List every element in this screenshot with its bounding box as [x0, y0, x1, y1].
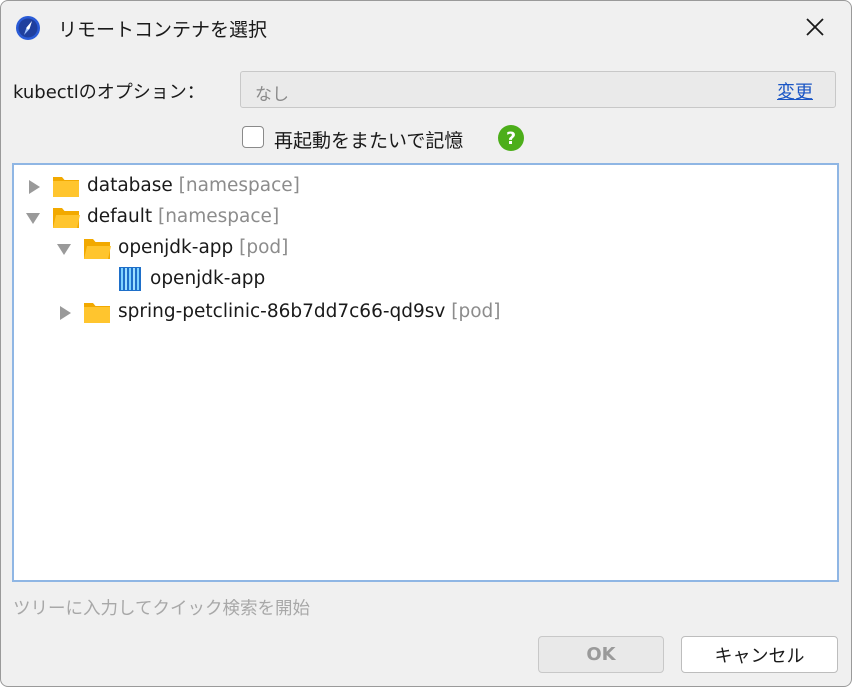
- tree-node-name: openjdk-app: [118, 237, 234, 258]
- quick-search-hint: ツリーに入力してクイック検索を開始: [13, 599, 310, 619]
- tree-node-type: [pod]: [239, 237, 289, 258]
- kubectl-options-label: kubectlのオプション：: [13, 82, 205, 103]
- collapse-arrow-icon[interactable]: [25, 210, 41, 226]
- folder-icon: [53, 177, 79, 197]
- ok-button[interactable]: OK: [538, 636, 664, 673]
- tree-node-name: spring-petclinic-86b7dd7c66-qd9sv: [118, 301, 446, 322]
- close-icon: [806, 18, 824, 36]
- svg-text:?: ?: [506, 129, 516, 149]
- tree-node-type: [pod]: [451, 301, 501, 322]
- expand-arrow-icon[interactable]: [26, 179, 42, 195]
- tree-node-type: [namespace]: [157, 206, 280, 227]
- tree-node-name: default: [87, 206, 153, 227]
- tree-node-name: database: [87, 175, 173, 196]
- kubectl-options-value: なし: [255, 85, 289, 105]
- cancel-button[interactable]: キャンセル: [681, 636, 838, 673]
- folder-open-icon: [84, 239, 111, 259]
- title-bar: リモートコンテナを選択: [1, 1, 851, 55]
- container-tree[interactable]: database [namespace] default [namespace]: [12, 163, 839, 582]
- select-remote-container-dialog: リモートコンテナを選択 kubectlのオプション： なし 変更 再起動をまたい…: [0, 0, 852, 687]
- help-icon[interactable]: ?: [498, 125, 524, 151]
- remember-across-restart-checkbox[interactable]: [242, 126, 264, 148]
- remember-across-restart-label[interactable]: 再起動をまたいで記憶: [274, 126, 463, 153]
- close-button[interactable]: [791, 7, 839, 47]
- collapse-arrow-icon[interactable]: [56, 241, 72, 257]
- tree-node-type: [namespace]: [178, 175, 300, 196]
- folder-icon: [84, 303, 110, 323]
- tree-node-name[interactable]: openjdk-app: [150, 268, 265, 289]
- change-options-link[interactable]: 変更: [777, 78, 813, 104]
- container-icon: [119, 267, 141, 291]
- expand-arrow-icon[interactable]: [57, 305, 73, 321]
- folder-open-icon: [53, 208, 80, 228]
- kubectl-options-field: なし 変更: [240, 71, 836, 108]
- dialog-title: リモートコンテナを選択: [58, 19, 268, 41]
- compass-app-icon: [16, 16, 40, 40]
